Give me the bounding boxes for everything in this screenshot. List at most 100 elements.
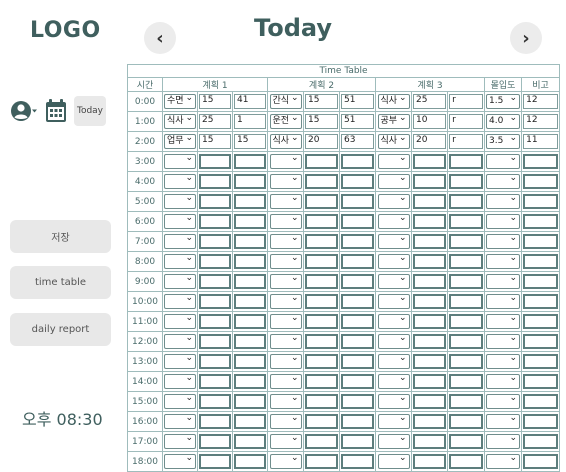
detail-input[interactable]: [234, 394, 266, 409]
detail-input[interactable]: [449, 454, 483, 469]
activity-select[interactable]: [377, 152, 410, 169]
activity-select[interactable]: 공부: [377, 112, 410, 129]
activity-select[interactable]: [269, 152, 302, 169]
activity-select[interactable]: [269, 312, 302, 329]
detail-input[interactable]: [234, 274, 266, 289]
activity-select[interactable]: [269, 292, 302, 309]
note-input[interactable]: 12: [523, 94, 558, 109]
detail-input[interactable]: [341, 294, 374, 309]
detail-input[interactable]: [234, 454, 266, 469]
detail-input[interactable]: [234, 174, 266, 189]
detail-input[interactable]: r: [449, 94, 483, 109]
focus-select[interactable]: 1.5: [486, 92, 520, 109]
activity-select[interactable]: [269, 272, 302, 289]
duration-input[interactable]: 25: [413, 94, 446, 109]
detail-input[interactable]: [449, 314, 483, 329]
note-input[interactable]: [523, 334, 558, 349]
detail-input[interactable]: [449, 234, 483, 249]
duration-input[interactable]: [199, 334, 231, 349]
duration-input[interactable]: [413, 394, 446, 409]
activity-select[interactable]: [269, 352, 302, 369]
detail-input[interactable]: [449, 274, 483, 289]
note-input[interactable]: [523, 454, 558, 469]
activity-select[interactable]: [377, 392, 410, 409]
detail-input[interactable]: 15: [234, 134, 266, 149]
activity-select[interactable]: [164, 232, 196, 249]
duration-input[interactable]: [413, 234, 446, 249]
focus-select[interactable]: [486, 152, 520, 169]
detail-input[interactable]: 51: [341, 114, 374, 129]
detail-input[interactable]: 41: [234, 94, 266, 109]
note-input[interactable]: [523, 374, 558, 389]
duration-input[interactable]: 15: [305, 114, 338, 129]
duration-input[interactable]: [305, 274, 338, 289]
duration-input[interactable]: [413, 274, 446, 289]
focus-select[interactable]: 4.0: [486, 112, 520, 129]
duration-input[interactable]: [199, 254, 231, 269]
detail-input[interactable]: [234, 434, 266, 449]
duration-input[interactable]: [199, 374, 231, 389]
calendar-button[interactable]: [44, 98, 68, 124]
activity-select[interactable]: [269, 192, 302, 209]
activity-select[interactable]: [377, 372, 410, 389]
activity-select[interactable]: 식사: [377, 92, 410, 109]
activity-select[interactable]: 식사: [377, 132, 410, 149]
activity-select[interactable]: [164, 172, 196, 189]
duration-input[interactable]: [199, 354, 231, 369]
focus-select[interactable]: [486, 452, 520, 469]
duration-input[interactable]: [305, 234, 338, 249]
duration-input[interactable]: [199, 454, 231, 469]
detail-input[interactable]: [234, 254, 266, 269]
detail-input[interactable]: [234, 414, 266, 429]
activity-select[interactable]: [269, 432, 302, 449]
activity-select[interactable]: [377, 452, 410, 469]
duration-input[interactable]: [413, 334, 446, 349]
duration-input[interactable]: [305, 454, 338, 469]
activity-select[interactable]: 식사: [164, 112, 196, 129]
focus-select[interactable]: [486, 372, 520, 389]
note-input[interactable]: [523, 294, 558, 309]
duration-input[interactable]: 25: [199, 114, 231, 129]
detail-input[interactable]: [449, 394, 483, 409]
activity-select[interactable]: [269, 252, 302, 269]
time-table-button[interactable]: time table: [10, 266, 111, 299]
duration-input[interactable]: [199, 174, 231, 189]
duration-input[interactable]: [413, 374, 446, 389]
activity-select[interactable]: [164, 292, 196, 309]
detail-input[interactable]: [341, 454, 374, 469]
detail-input[interactable]: [341, 394, 374, 409]
detail-input[interactable]: [234, 154, 266, 169]
duration-input[interactable]: [305, 334, 338, 349]
activity-select[interactable]: 간식: [269, 92, 302, 109]
focus-select[interactable]: [486, 352, 520, 369]
activity-select[interactable]: [164, 432, 196, 449]
duration-input[interactable]: [305, 394, 338, 409]
detail-input[interactable]: [234, 374, 266, 389]
activity-select[interactable]: [164, 152, 196, 169]
focus-select[interactable]: [486, 432, 520, 449]
detail-input[interactable]: [234, 314, 266, 329]
activity-select[interactable]: [164, 212, 196, 229]
duration-input[interactable]: [413, 354, 446, 369]
activity-select[interactable]: [164, 252, 196, 269]
detail-input[interactable]: [234, 194, 266, 209]
duration-input[interactable]: [199, 414, 231, 429]
activity-select[interactable]: [377, 212, 410, 229]
activity-select[interactable]: [269, 212, 302, 229]
activity-select[interactable]: 수면: [164, 92, 196, 109]
activity-select[interactable]: [164, 372, 196, 389]
focus-select[interactable]: [486, 172, 520, 189]
detail-input[interactable]: [234, 354, 266, 369]
detail-input[interactable]: [449, 214, 483, 229]
activity-select[interactable]: [164, 192, 196, 209]
duration-input[interactable]: [199, 154, 231, 169]
note-input[interactable]: [523, 154, 558, 169]
duration-input[interactable]: 15: [199, 134, 231, 149]
duration-input[interactable]: [305, 414, 338, 429]
duration-input[interactable]: [413, 414, 446, 429]
duration-input[interactable]: [413, 294, 446, 309]
duration-input[interactable]: 20: [305, 134, 338, 149]
note-input[interactable]: [523, 274, 558, 289]
focus-select[interactable]: [486, 192, 520, 209]
duration-input[interactable]: [413, 174, 446, 189]
